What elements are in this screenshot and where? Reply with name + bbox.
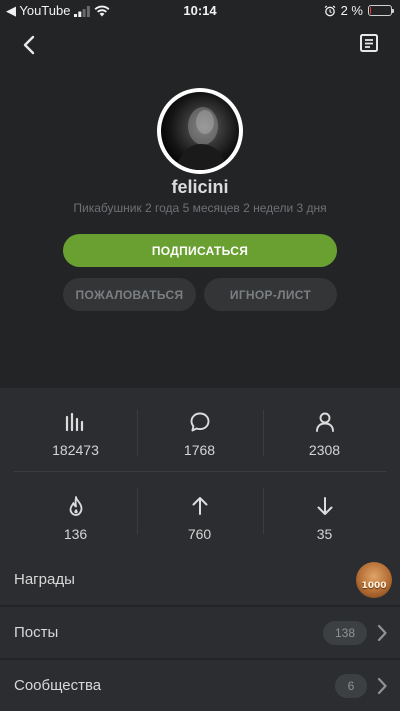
communities-count-badge: 6 bbox=[335, 674, 367, 698]
posts-count-badge: 138 bbox=[323, 621, 367, 645]
stat-rating-value: 182473 bbox=[52, 442, 99, 458]
award-badge-text: 1000 bbox=[361, 581, 387, 591]
stats-panel: 182473 1768 2308 136 760 35 bbox=[0, 388, 400, 554]
subscribe-button[interactable]: ПОДПИСАТЬСЯ bbox=[63, 234, 337, 267]
battery-percent: 2 % bbox=[340, 3, 363, 18]
status-right: 2 % bbox=[324, 3, 394, 18]
flame-icon bbox=[69, 496, 82, 516]
profile-tenure: Пикабушник 2 года 5 месяцев 2 недели 3 д… bbox=[73, 201, 327, 215]
communities-label: Сообщества bbox=[14, 677, 102, 694]
stats-divider-h bbox=[14, 471, 386, 472]
stat-hot[interactable]: 136 bbox=[9, 494, 142, 542]
note-icon bbox=[360, 34, 378, 52]
stats-divider-v bbox=[263, 488, 264, 534]
stat-subscribers-value: 2308 bbox=[308, 442, 341, 458]
avatar-image bbox=[161, 92, 239, 170]
stat-comments-value: 1768 bbox=[183, 442, 216, 458]
back-button[interactable] bbox=[14, 30, 44, 60]
stat-rating[interactable]: 182473 bbox=[9, 410, 142, 458]
posts-label: Посты bbox=[14, 624, 59, 641]
stat-comments[interactable]: 1768 bbox=[133, 410, 266, 458]
comment-icon bbox=[190, 412, 209, 432]
list-item-posts[interactable]: Посты 138 bbox=[0, 607, 400, 659]
stat-hot-value: 136 bbox=[63, 526, 88, 542]
arrow-up-icon bbox=[192, 497, 207, 515]
stat-pluses[interactable]: 760 bbox=[133, 494, 266, 542]
avatar[interactable] bbox=[157, 88, 243, 174]
stats-divider-v bbox=[137, 488, 138, 534]
chevron-right-icon bbox=[377, 624, 387, 642]
stat-pluses-value: 760 bbox=[187, 526, 212, 542]
stat-minuses-value: 35 bbox=[316, 526, 333, 542]
ignore-list-button[interactable]: ИГНОР-ЛИСТ bbox=[204, 278, 337, 311]
battery-fill bbox=[370, 7, 371, 14]
stats-divider-v bbox=[263, 410, 264, 456]
stat-minuses[interactable]: 35 bbox=[258, 494, 391, 542]
chevron-right-icon bbox=[377, 677, 387, 695]
list-item-communities[interactable]: Сообщества 6 bbox=[0, 660, 400, 711]
profile-username: felicini bbox=[171, 177, 229, 197]
chevron-left-icon bbox=[23, 35, 35, 55]
stat-subscribers[interactable]: 2308 bbox=[258, 410, 391, 458]
awards-label: Награды bbox=[14, 571, 75, 588]
top-nav bbox=[0, 22, 400, 66]
notes-button[interactable] bbox=[356, 30, 382, 56]
award-medal-icon: 1000 bbox=[356, 562, 392, 598]
stats-divider-v bbox=[137, 410, 138, 456]
arrow-down-icon bbox=[317, 497, 332, 515]
battery-icon bbox=[368, 5, 394, 16]
user-icon bbox=[315, 412, 334, 432]
list-item-awards[interactable]: Награды 1000 bbox=[0, 554, 400, 606]
status-bar: ◀ YouTube 10:14 2 % bbox=[0, 0, 400, 22]
alarm-icon bbox=[324, 4, 336, 16]
bar-chart-icon bbox=[65, 412, 83, 432]
avatar-photo-icon bbox=[175, 107, 227, 170]
report-button[interactable]: ПОЖАЛОВАТЬСЯ bbox=[63, 278, 196, 311]
